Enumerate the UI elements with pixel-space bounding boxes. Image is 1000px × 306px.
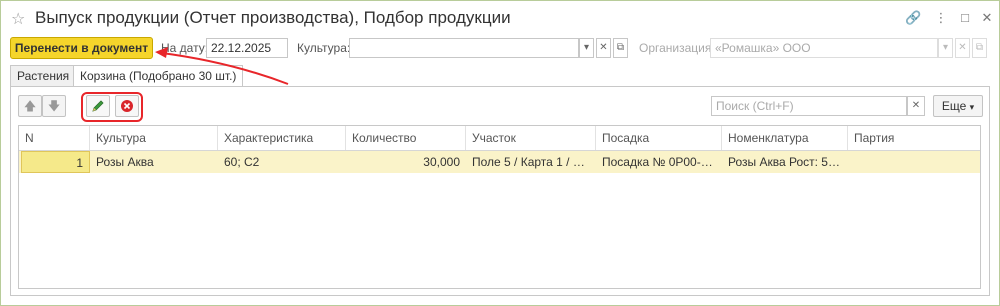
tab-basket[interactable]: Корзина (Подобрано 30 шт.) xyxy=(73,65,244,87)
tab-plants[interactable]: Растения xyxy=(10,65,77,87)
column-header-quantity[interactable]: Количество xyxy=(346,126,466,150)
search-clear-icon[interactable]: ✕ xyxy=(907,96,925,116)
column-header-planting[interactable]: Посадка xyxy=(596,126,722,150)
organization-input: «Ромашка» ООО xyxy=(710,38,938,58)
organization-open-icon: ⧉ xyxy=(972,38,987,58)
transfer-to-document-button[interactable]: Перенести в документ xyxy=(10,37,153,59)
more-menu-icon[interactable]: ⋮ xyxy=(933,10,949,26)
cell-culture[interactable]: Розы Аква xyxy=(90,151,218,173)
title-bar: ☆ Выпуск продукции (Отчет производства),… xyxy=(1,1,999,35)
column-header-characteristic[interactable]: Характеристика xyxy=(218,126,346,150)
organization-label: Организация: xyxy=(639,41,715,55)
column-header-nomenclature[interactable]: Номенклатура xyxy=(722,126,848,150)
cell-characteristic[interactable]: 60; С2 xyxy=(218,151,346,173)
cell-planting[interactable]: Посадка № 0Р00-00... xyxy=(596,151,722,173)
cell-quantity[interactable]: 30,000 xyxy=(346,151,466,173)
more-button-label: Еще xyxy=(941,99,967,113)
column-header-batch[interactable]: Партия xyxy=(848,126,980,150)
cell-batch[interactable] xyxy=(848,151,980,173)
cell-plot[interactable]: Поле 5 / Карта 1 / Ря... xyxy=(466,151,596,173)
organization-dropdown-icon: ▾ xyxy=(938,38,953,58)
favorite-star-icon[interactable]: ☆ xyxy=(11,9,25,29)
column-header-n[interactable]: N xyxy=(19,126,90,150)
edit-delete-highlight xyxy=(81,92,143,122)
column-header-plot[interactable]: Участок xyxy=(466,126,596,150)
link-icon[interactable]: 🔗 xyxy=(905,10,921,26)
column-header-culture[interactable]: Культура xyxy=(90,126,218,150)
window-title: Выпуск продукции (Отчет производства), П… xyxy=(35,8,511,27)
maximize-icon[interactable]: □ xyxy=(957,10,973,26)
table-header: N Культура Характеристика Количество Уча… xyxy=(19,126,980,151)
basket-table: N Культура Характеристика Количество Уча… xyxy=(18,125,981,289)
culture-input[interactable] xyxy=(349,38,579,58)
more-button[interactable]: Еще ▾ xyxy=(933,95,983,117)
date-label: На дату: xyxy=(161,41,209,55)
search-input[interactable]: Поиск (Ctrl+F) xyxy=(711,96,907,116)
organization-clear-icon: ✕ xyxy=(955,38,970,58)
date-input[interactable]: 22.12.2025 xyxy=(206,38,288,58)
cell-n[interactable]: 1 xyxy=(21,151,90,173)
arrow-up-icon: 🡅 xyxy=(23,99,37,113)
culture-clear-icon[interactable]: ✕ xyxy=(596,38,611,58)
chevron-down-icon: ▾ xyxy=(969,102,975,112)
culture-dropdown-icon[interactable]: ▾ xyxy=(579,38,594,58)
close-icon[interactable]: ✕ xyxy=(979,10,995,26)
culture-open-icon[interactable]: ⧉ xyxy=(613,38,628,58)
move-up-button[interactable]: 🡅 xyxy=(18,95,42,117)
table-row[interactable]: 1 Розы Аква 60; С2 30,000 Поле 5 / Карта… xyxy=(19,151,980,173)
arrow-down-icon: 🡇 xyxy=(47,99,61,113)
culture-label: Культура: xyxy=(297,41,351,55)
window: ☆ Выпуск продукции (Отчет производства),… xyxy=(0,0,1000,306)
move-down-button[interactable]: 🡇 xyxy=(42,95,66,117)
cell-nomenclature[interactable]: Розы Аква Рост: 50; ... xyxy=(722,151,848,173)
